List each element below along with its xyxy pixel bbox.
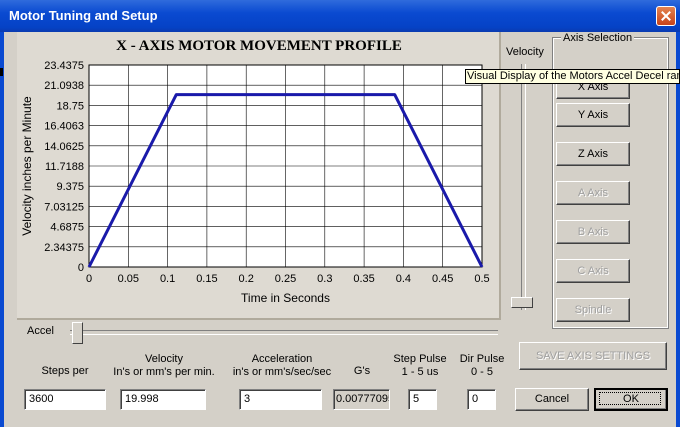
accel-slider-track[interactable] (70, 330, 498, 335)
y-tick-label: 23.4375 (44, 60, 84, 72)
dir-pulse-input[interactable]: 0 (467, 389, 496, 410)
acceleration-input[interactable]: 3 (239, 389, 322, 410)
acceleration-caption: Acceleration (251, 353, 313, 365)
x-tick-label: 0.35 (353, 273, 374, 285)
close-button[interactable] (656, 6, 676, 26)
accel-slider-label: Accel (27, 325, 54, 337)
y-tick-label: 4.6875 (50, 222, 84, 234)
y-tick-label: 11.7188 (45, 161, 84, 173)
y-tick-label: 21.0938 (44, 80, 84, 92)
cancel-button[interactable]: Cancel (515, 388, 589, 411)
y-tick-label: 9.375 (56, 181, 84, 193)
spindle-button[interactable]: Spindle (556, 298, 630, 322)
gs-caption: G's (353, 365, 371, 377)
window-title: Motor Tuning and Setup (9, 8, 158, 23)
steps-per-caption: Steps per (41, 365, 89, 377)
x-tick-label: 0.25 (275, 273, 296, 285)
velocity-slider-thumb[interactable] (511, 297, 533, 308)
y-tick-label: 14.0625 (44, 141, 84, 153)
ok-focus-rect (599, 392, 661, 405)
step-pulse-input[interactable]: 5 (408, 389, 437, 410)
x-tick-label: 0.5 (474, 273, 489, 285)
window-border-left (0, 32, 4, 427)
x-tick-label: 0.4 (396, 273, 411, 285)
y-tick-label: 16.4063 (44, 121, 84, 133)
x-tick-label: 0.1 (160, 273, 175, 285)
title-bar: Motor Tuning and Setup (0, 0, 680, 32)
save-axis-settings-button[interactable]: SAVE AXIS SETTINGS (519, 342, 667, 370)
x-tick-label: 0.2 (239, 273, 254, 285)
velocity-slider-label: Velocity (506, 46, 544, 58)
a-axis-button[interactable]: A Axis (556, 181, 630, 205)
accel-slider-thumb[interactable] (72, 322, 83, 344)
x-tick-label: 0.05 (118, 273, 139, 285)
dir-pulse-range-caption: 0 - 5 (470, 366, 493, 378)
step-pulse-range-caption: 1 - 5 us (401, 366, 439, 378)
c-axis-button[interactable]: C Axis (556, 259, 630, 283)
left-edge-marker (0, 68, 3, 76)
y-axis-button[interactable]: Y Axis (556, 103, 630, 127)
velocity-units-caption: In's or mm's per min. (113, 366, 215, 378)
y-tick-label: 7.03125 (44, 201, 84, 213)
window-border-right (676, 32, 680, 427)
step-pulse-caption: Step Pulse (393, 353, 447, 365)
x-tick-label: 0 (86, 273, 92, 285)
z-axis-button[interactable]: Z Axis (556, 142, 630, 166)
b-axis-button[interactable]: B Axis (556, 220, 630, 244)
steps-per-input[interactable]: 3600 (24, 389, 106, 410)
velocity-slider-track[interactable] (521, 64, 526, 310)
velocity-caption: Velocity (145, 353, 183, 365)
dir-pulse-caption: Dir Pulse (459, 353, 505, 365)
velocity-input[interactable]: 19.998 (120, 389, 206, 410)
motion-profile-chart: 0 0.05 0.1 0.15 0.2 0.25 0.3 0.35 0.4 0.45 0.5 0 2.3… (20, 60, 490, 305)
axis-selection-label: Axis Selection (561, 32, 635, 44)
x-tick-label: 0.15 (196, 273, 217, 285)
chart-tooltip: Visual Display of the Motors Accel Decel… (465, 69, 680, 84)
x-tick-label: 0.3 (317, 273, 332, 285)
y-tick-label: 2.34375 (44, 242, 84, 254)
acceleration-units-caption: in's or mm's/sec/sec (232, 366, 332, 378)
gs-readout: 0.00777095 (333, 389, 390, 410)
y-tick-label: 18.75 (56, 100, 84, 112)
x-axis-title: Time in Seconds (241, 291, 330, 305)
x-tick-label: 0.45 (432, 273, 453, 285)
y-axis-title: Velocity inches per Minute (20, 96, 34, 236)
y-tick-label: 0 (78, 262, 84, 274)
